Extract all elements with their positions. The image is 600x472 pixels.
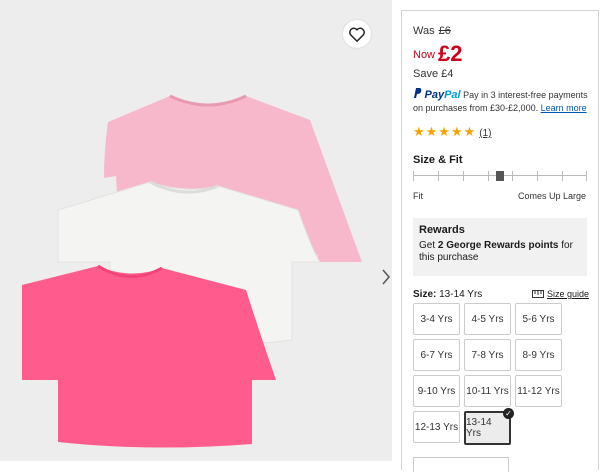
checkmark-icon: ✓ — [503, 408, 514, 419]
save-amount: Save £4 — [413, 68, 454, 80]
paypal-message: PayPal Pay in 3 interest-free payments o… — [413, 88, 591, 115]
size-option[interactable]: 3-4 Yrs — [413, 303, 460, 335]
learn-more-link[interactable]: Learn more — [541, 103, 587, 113]
now-price-value: £2 — [438, 41, 463, 66]
rewards-text: Get 2 George Rewards points for this pur… — [419, 240, 573, 263]
rewards-title: Rewards — [419, 224, 465, 236]
size-option[interactable]: 8-9 Yrs — [515, 339, 562, 371]
size-option[interactable]: 9-10 Yrs — [413, 375, 460, 407]
size-header: Size: 13-14 Yrs Size guide — [413, 289, 589, 300]
now-price: Now £2 — [413, 41, 463, 66]
size-option[interactable]: 10-11 Yrs — [464, 375, 511, 407]
size-options: 3-4 Yrs 4-5 Yrs 5-6 Yrs 6-7 Yrs 7-8 Yrs 8-9 Y… — [413, 303, 589, 445]
size-option[interactable]: 13-14 Yrs ✓ — [464, 408, 514, 445]
was-price: Was £6 — [413, 25, 451, 37]
paypal-logo: PayPal — [424, 89, 461, 101]
size-fit-title: Size & Fit — [413, 154, 463, 166]
heart-icon — [349, 27, 365, 42]
ruler-icon — [531, 290, 544, 298]
size-label: Size: 13-14 Yrs — [413, 289, 483, 300]
paypal-icon — [414, 88, 422, 98]
rewards-box: Rewards Get 2 George Rewards points for … — [413, 218, 587, 276]
fit-scale — [413, 171, 587, 181]
size-option[interactable]: 7-8 Yrs — [464, 339, 511, 371]
product-image-gallery — [0, 0, 392, 461]
size-option[interactable]: 6-7 Yrs — [413, 339, 460, 371]
next-image-button[interactable] — [376, 262, 396, 292]
wishlist-button[interactable] — [343, 20, 371, 48]
size-option[interactable]: 12-13 Yrs — [413, 411, 460, 443]
fit-marker — [496, 171, 504, 181]
fit-right-label: Comes Up Large — [517, 191, 586, 201]
fit-left-label: Fit — [413, 191, 423, 201]
neon-pink-tshirt — [22, 266, 276, 448]
rating-stars: ★★★★★ (1) — [413, 124, 492, 139]
chevron-right-icon — [382, 269, 390, 285]
review-count-link[interactable]: (1) — [479, 128, 491, 139]
product-image — [22, 94, 362, 448]
size-option[interactable]: 11-12 Yrs — [515, 375, 562, 407]
size-guide-link[interactable]: Size guide — [531, 289, 589, 299]
quantity-selector[interactable] — [413, 457, 509, 472]
size-option[interactable]: 4-5 Yrs — [464, 303, 511, 335]
product-details-panel: Was £6 Now £2 Save £4 PayPal Pay in 3 inte… — [401, 10, 599, 472]
size-option[interactable]: 5-6 Yrs — [515, 303, 562, 335]
was-price-value: £6 — [438, 25, 451, 37]
